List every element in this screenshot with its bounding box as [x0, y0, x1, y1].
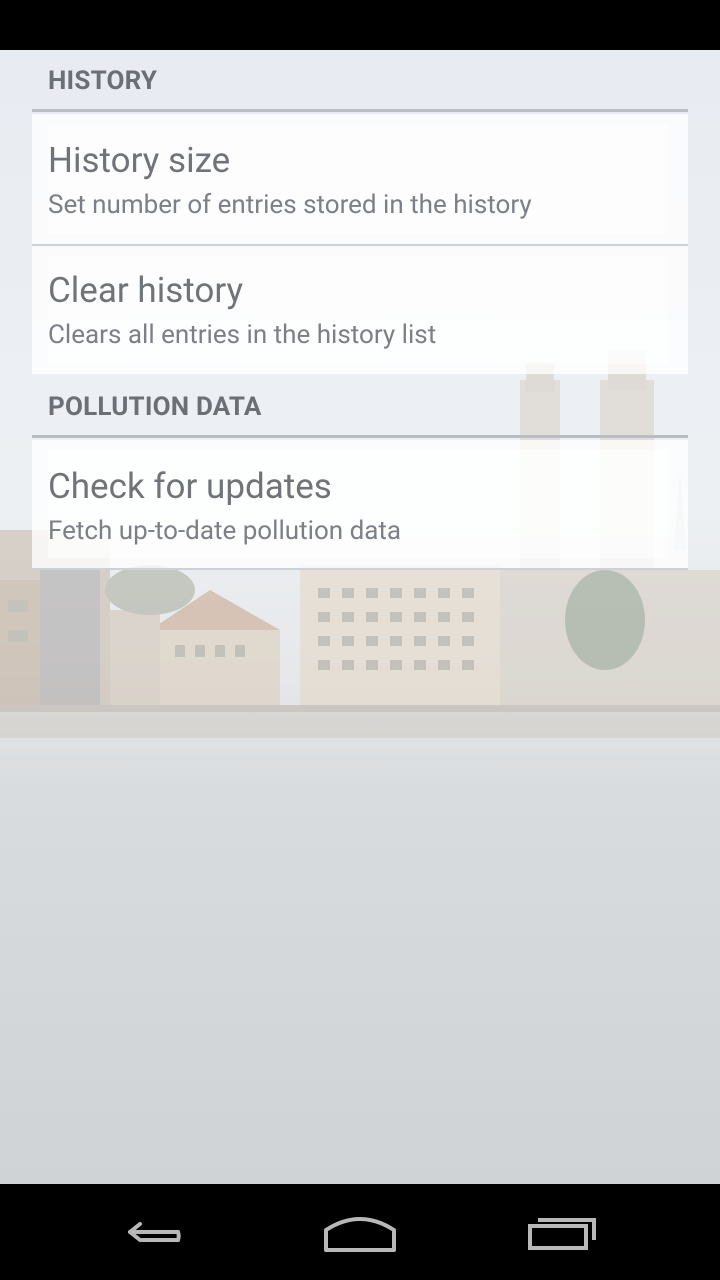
section-header-pollution-data: POLLUTION DATA — [32, 376, 688, 438]
pref-check-for-updates[interactable]: Check for updates Fetch up-to-date pollu… — [32, 440, 688, 568]
item-divider — [32, 568, 688, 570]
pref-title: History size — [48, 140, 231, 181]
home-button[interactable] — [312, 1200, 408, 1264]
section-header-label: POLLUTION DATA — [48, 392, 262, 422]
back-icon — [128, 1222, 181, 1242]
navigation-bar — [0, 1184, 720, 1280]
status-bar — [0, 0, 720, 50]
pref-title: Check for updates — [48, 466, 332, 507]
section-header-label: HISTORY — [48, 66, 158, 96]
recent-apps-button[interactable] — [514, 1200, 610, 1264]
pref-summary: Set number of entries stored in the hist… — [48, 190, 532, 220]
section-header-history: HISTORY — [32, 50, 688, 112]
pref-clear-history[interactable]: Clear history Clears all entries in the … — [32, 246, 688, 374]
pref-summary: Clears all entries in the history list — [48, 320, 437, 350]
pref-summary: Fetch up-to-date pollution data — [48, 516, 402, 546]
recent-apps-icon — [528, 1218, 596, 1250]
pref-history-size[interactable]: History size Set number of entries store… — [32, 114, 688, 244]
home-icon — [324, 1217, 396, 1252]
section-divider — [32, 435, 688, 438]
settings-screen: HISTORY History size Set number of entri… — [0, 50, 720, 1184]
back-button[interactable] — [112, 1200, 208, 1264]
section-divider — [32, 109, 688, 112]
pref-title: Clear history — [48, 270, 244, 311]
